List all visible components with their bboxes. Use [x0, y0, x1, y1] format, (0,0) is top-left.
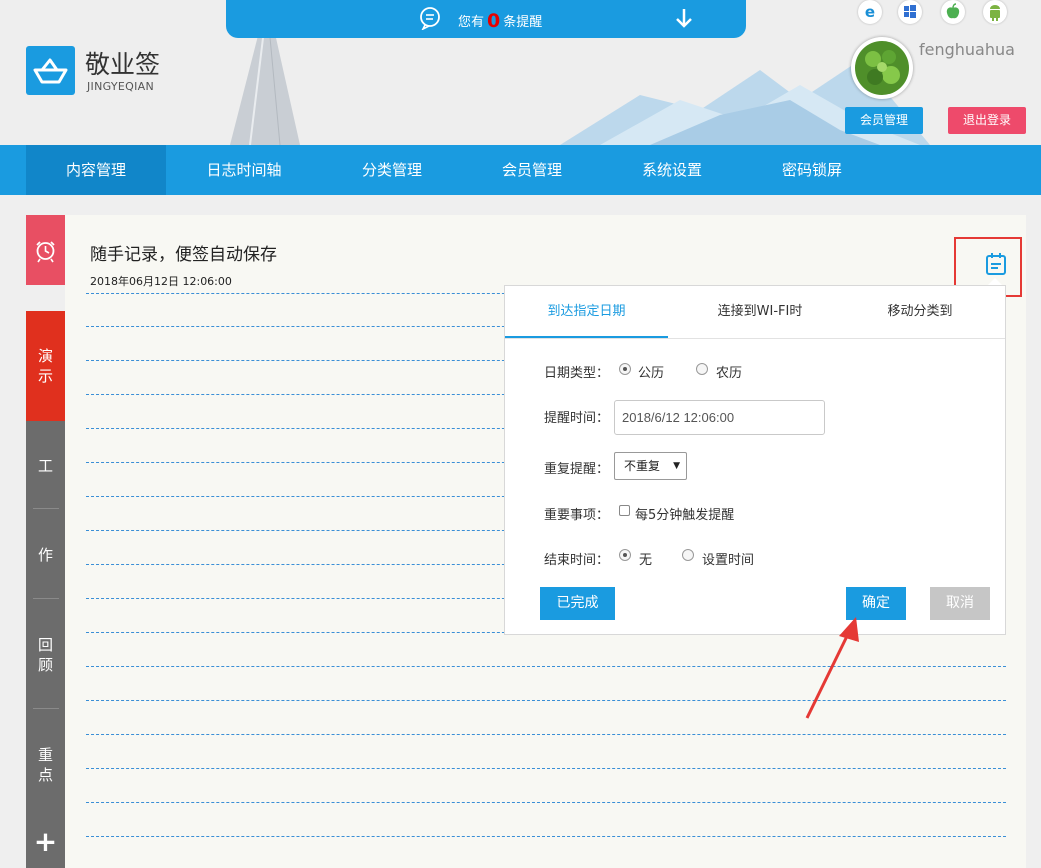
annotation-arrow	[805, 617, 859, 719]
